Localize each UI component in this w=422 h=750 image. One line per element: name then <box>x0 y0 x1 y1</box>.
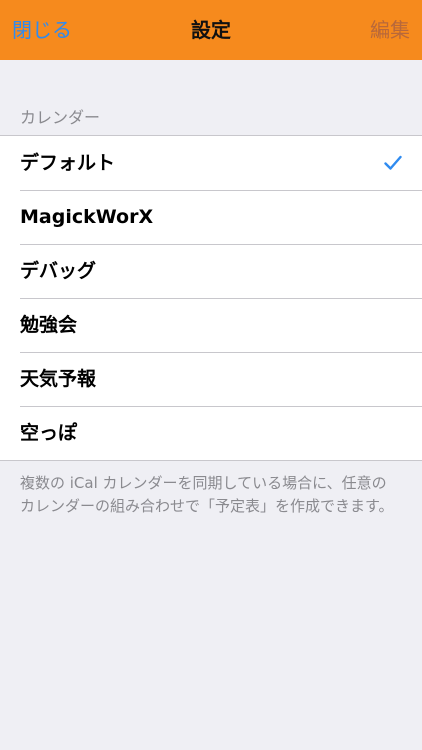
navigation-bar: 閉じる 設定 編集 <box>0 0 422 60</box>
calendar-item-magickworx[interactable]: MagickWorX <box>0 190 422 244</box>
calendar-item-weather[interactable]: 天気予報 <box>0 352 422 406</box>
section-footer-note: 複数の iCal カレンダーを同期している場合に、任意のカレンダーの組み合わせで… <box>20 474 394 515</box>
calendar-item-label: デフォルト <box>20 152 116 174</box>
calendar-item-default[interactable]: デフォルト <box>0 136 422 190</box>
calendar-item-label: 空っぽ <box>20 422 78 444</box>
edit-button[interactable]: 編集 <box>370 0 410 60</box>
calendar-item-study-group[interactable]: 勉強会 <box>0 298 422 352</box>
checkmark-icon <box>384 155 402 170</box>
calendar-item-label: MagickWorX <box>20 206 154 228</box>
calendar-item-label: デバッグ <box>20 260 97 282</box>
calendar-item-empty[interactable]: 空っぽ <box>0 406 422 460</box>
calendar-item-label: 天気予報 <box>20 368 97 390</box>
page-title: 設定 <box>191 18 231 42</box>
calendar-item-debug[interactable]: デバッグ <box>0 244 422 298</box>
calendar-item-label: 勉強会 <box>20 314 78 336</box>
section-header-calendar: カレンダー <box>20 108 101 127</box>
calendar-list: デフォルト MagickWorX デバッグ 勉強会 天気予報 空っぽ <box>0 135 422 461</box>
